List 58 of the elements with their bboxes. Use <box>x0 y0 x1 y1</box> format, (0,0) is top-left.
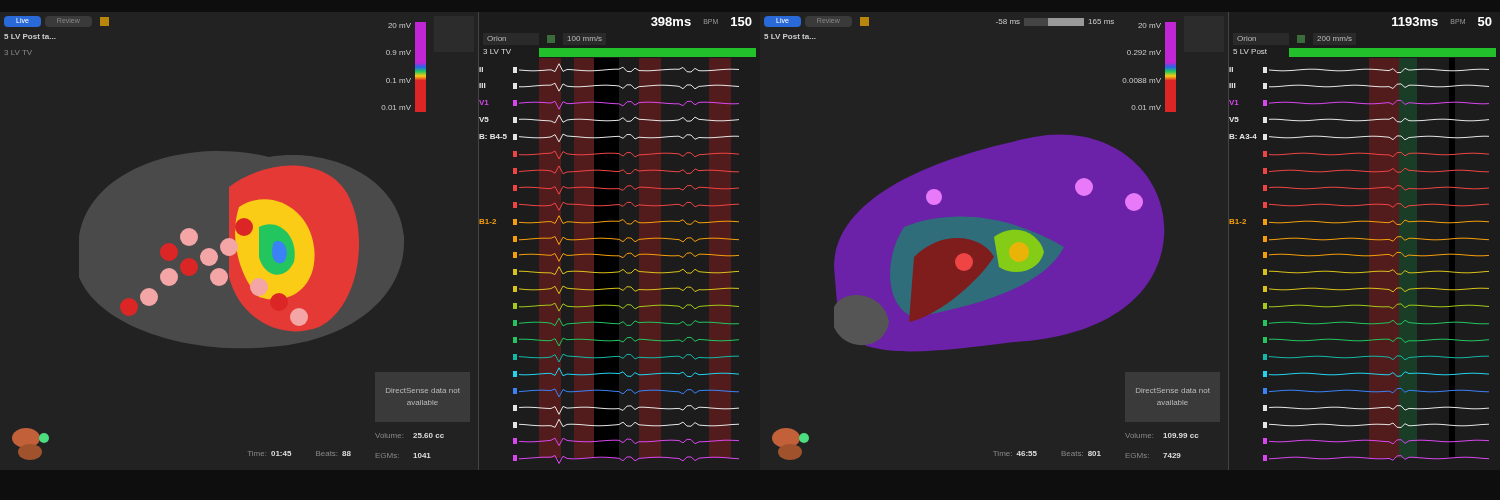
lock-icon[interactable] <box>99 16 109 26</box>
lead-label: B: A3-4 <box>1229 133 1258 142</box>
stat-value: 46:55 <box>1016 448 1037 460</box>
notice-text: DirectSense data not available <box>1134 385 1211 409</box>
stat-label: Beats: <box>1060 448 1084 460</box>
map-title: 5 LV Post ta... <box>4 30 57 43</box>
window-slider-fill[interactable] <box>1048 18 1085 26</box>
lead-label: B1-2 <box>479 217 498 226</box>
scale-label: 0.0088 mV <box>1122 76 1161 85</box>
cycle-length-value: 1193ms <box>1391 13 1439 32</box>
stat-value: 25.60 cc <box>413 430 445 442</box>
scale-label: 0.01 mV <box>1131 104 1161 112</box>
notice-text: DirectSense data not available <box>384 385 461 409</box>
stat-value: 88 <box>342 448 351 460</box>
lead-label: B: B4-5 <box>479 133 508 142</box>
stat-value: 1041 <box>413 450 431 462</box>
lock-icon[interactable] <box>859 16 869 26</box>
stat-label: Beats: <box>315 448 339 460</box>
window-max-label: 165 ms <box>1088 16 1115 28</box>
scale-label: 0.9 mV <box>385 49 411 58</box>
stat-label: Time: <box>247 448 267 460</box>
map-title: 5 LV Post ta... <box>764 30 817 43</box>
scale-label: 20 mV <box>387 22 411 30</box>
sweep-speed-dropdown[interactable]: 200 mm/s <box>1313 33 1357 45</box>
channel-dropdown[interactable]: 3 LV TV <box>483 46 535 58</box>
toolbar-icon <box>1297 35 1305 43</box>
lead-label: V1 <box>479 99 490 108</box>
stat-value: 7429 <box>1163 450 1181 462</box>
scale-label: 0.292 mV <box>1126 49 1161 58</box>
scale-label: 0.01 mV <box>381 104 411 112</box>
lead-label: III <box>479 82 487 91</box>
lead-label: B1-2 <box>1229 217 1248 226</box>
window-min-label: -58 ms <box>995 16 1021 28</box>
stat-value: 109.99 cc <box>1163 430 1199 442</box>
catheter-dropdown[interactable]: Orion <box>1233 33 1289 45</box>
bpm-value: 50 <box>1477 13 1492 32</box>
stat-label: EGMs: <box>1125 450 1151 462</box>
stat-value: 801 <box>1087 448 1101 460</box>
bpm-value: 150 <box>730 13 752 32</box>
stat-label: Time: <box>992 448 1013 460</box>
channel-dropdown[interactable]: 5 LV Post <box>1233 46 1285 58</box>
lead-label: III <box>1229 82 1237 91</box>
scale-label: 0.1 mV <box>385 76 411 85</box>
stat-value: 01:45 <box>270 448 292 460</box>
lead-label: II <box>1229 65 1235 74</box>
stat-label: Volume: <box>1125 430 1155 442</box>
stat-label: Volume: <box>375 430 405 442</box>
stat-label: EGMs: <box>375 450 401 462</box>
lead-label: V1 <box>1229 99 1240 108</box>
cycle-length-value: 398ms <box>650 13 692 32</box>
map-subtitle: 3 LV TV <box>4 46 34 59</box>
lead-label: V5 <box>479 116 490 125</box>
lead-label: V5 <box>1229 116 1240 125</box>
catheter-dropdown[interactable]: Orion <box>483 33 539 45</box>
scale-label: 20 mV <box>1137 22 1161 30</box>
lead-label: II <box>479 65 485 74</box>
sweep-speed-dropdown[interactable]: 100 mm/s <box>563 33 607 45</box>
toolbar-icon <box>547 35 555 43</box>
